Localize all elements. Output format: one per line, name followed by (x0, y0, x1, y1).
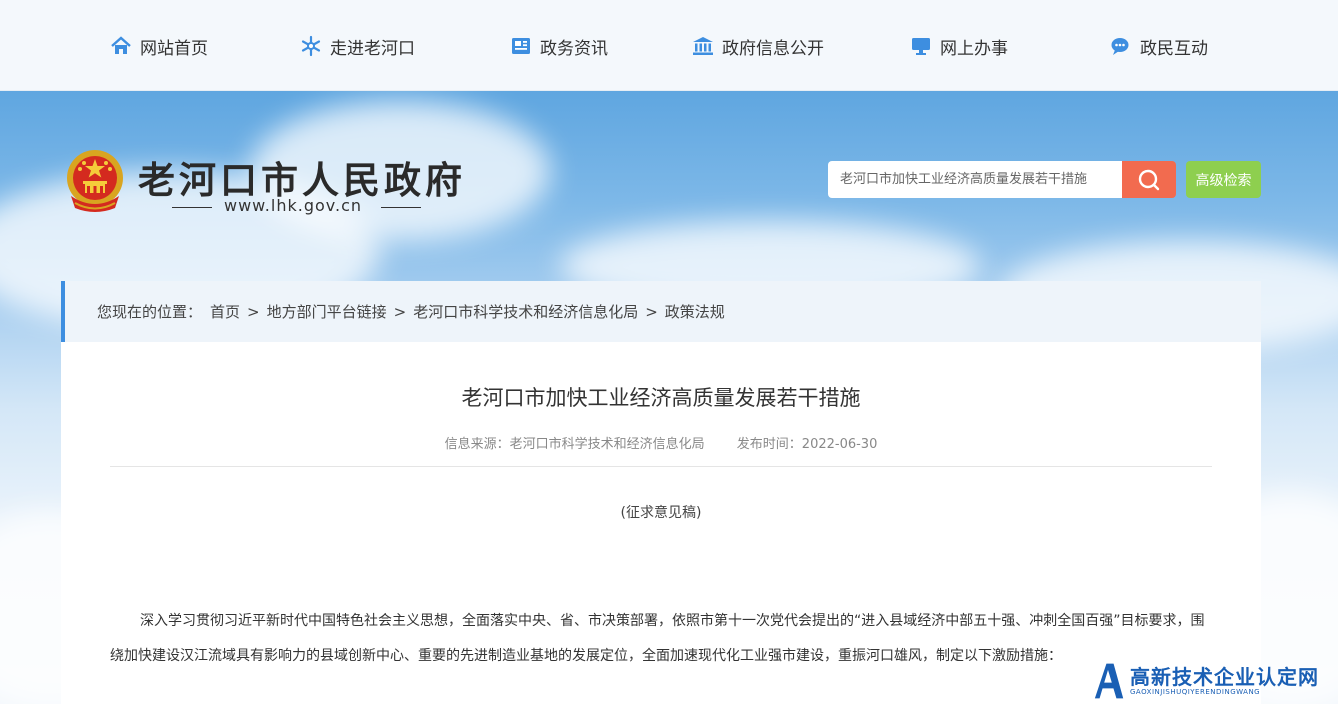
site-url: www.lhk.gov.cn (224, 196, 363, 215)
national-emblem-icon (67, 150, 123, 212)
article-source: 信息来源：老河口市科学技术和经济信息化局 (444, 437, 705, 452)
nav-item-info-disclosure[interactable]: 政府信息公开 (692, 33, 824, 59)
article-meta: 信息来源：老河口市科学技术和经济信息化局 发布时间：2022-06-30 (61, 433, 1261, 452)
monitor-icon (912, 38, 930, 55)
article-panel: 老河口市加快工业经济高质量发展若干措施 信息来源：老河口市科学技术和经济信息化局… (61, 342, 1261, 704)
news-icon (512, 38, 530, 54)
nav-item-interaction[interactable]: 政民互动 (1110, 33, 1208, 59)
breadcrumb: 您现在的位置： 首页 > 地方部门平台链接 > 老河口市科学技术和经济信息化局 … (61, 281, 1261, 342)
divider (172, 207, 212, 208)
nav-item-online-services[interactable]: 网上办事 (910, 33, 1008, 59)
breadcrumb-prefix: 您现在的位置： (97, 303, 203, 321)
article-date: 发布时间：2022-06-30 (736, 437, 878, 452)
breadcrumb-item-bureau[interactable]: 老河口市科学技术和经济信息化局 (413, 301, 638, 322)
search-button[interactable] (1122, 161, 1176, 198)
nav-label: 走进老河口 (330, 38, 415, 59)
nav-label: 网站首页 (140, 38, 208, 59)
snowflake-icon (301, 35, 321, 57)
advanced-search-button[interactable]: 高级检索 (1186, 161, 1261, 198)
breadcrumb-item-policy[interactable]: 政策法规 (665, 301, 725, 322)
article-subtitle: (征求意见稿) (620, 505, 702, 521)
breadcrumb-item-dept-links[interactable]: 地方部门平台链接 (267, 301, 387, 322)
nav-item-home[interactable]: 网站首页 (110, 33, 208, 59)
nav-label: 政民互动 (1140, 38, 1208, 59)
nav-item-about[interactable]: 走进老河口 (300, 33, 415, 59)
search-input[interactable]: 老河口市加快工业经济高质量发展若干措施 (828, 161, 1122, 198)
article-title: 老河口市加快工业经济高质量发展若干措施 (461, 386, 861, 410)
breadcrumb-separator: > (247, 302, 260, 321)
watermark-logo-icon (1093, 661, 1125, 700)
breadcrumb-separator: > (645, 302, 658, 321)
breadcrumb-separator: > (393, 302, 407, 321)
divider (381, 207, 421, 208)
divider (110, 466, 1212, 467)
nav-label: 政务资讯 (540, 38, 608, 59)
watermark: 高新技术企业认定网 GAOXINJISHUQIYERENDINGWANG (1090, 657, 1338, 704)
search-icon (1138, 169, 1160, 190)
top-nav: 网站首页 走进老河口 政务资讯 政府信息公开 网上办事 政民互动 (0, 0, 1338, 91)
breadcrumb-item-home[interactable]: 首页 (210, 301, 240, 322)
nav-item-news[interactable]: 政务资讯 (510, 33, 608, 59)
chat-icon (1111, 38, 1129, 55)
nav-label: 网上办事 (940, 38, 1008, 59)
home-icon (111, 36, 131, 54)
nav-label: 政府信息公开 (722, 38, 824, 59)
government-building-icon (693, 37, 713, 55)
watermark-title: 高新技术企业认定网 (1130, 664, 1319, 689)
article-body: 深入学习贯彻习近平新时代中国特色社会主义思想，全面落实中央、省、市决策部署，依照… (110, 613, 1205, 664)
